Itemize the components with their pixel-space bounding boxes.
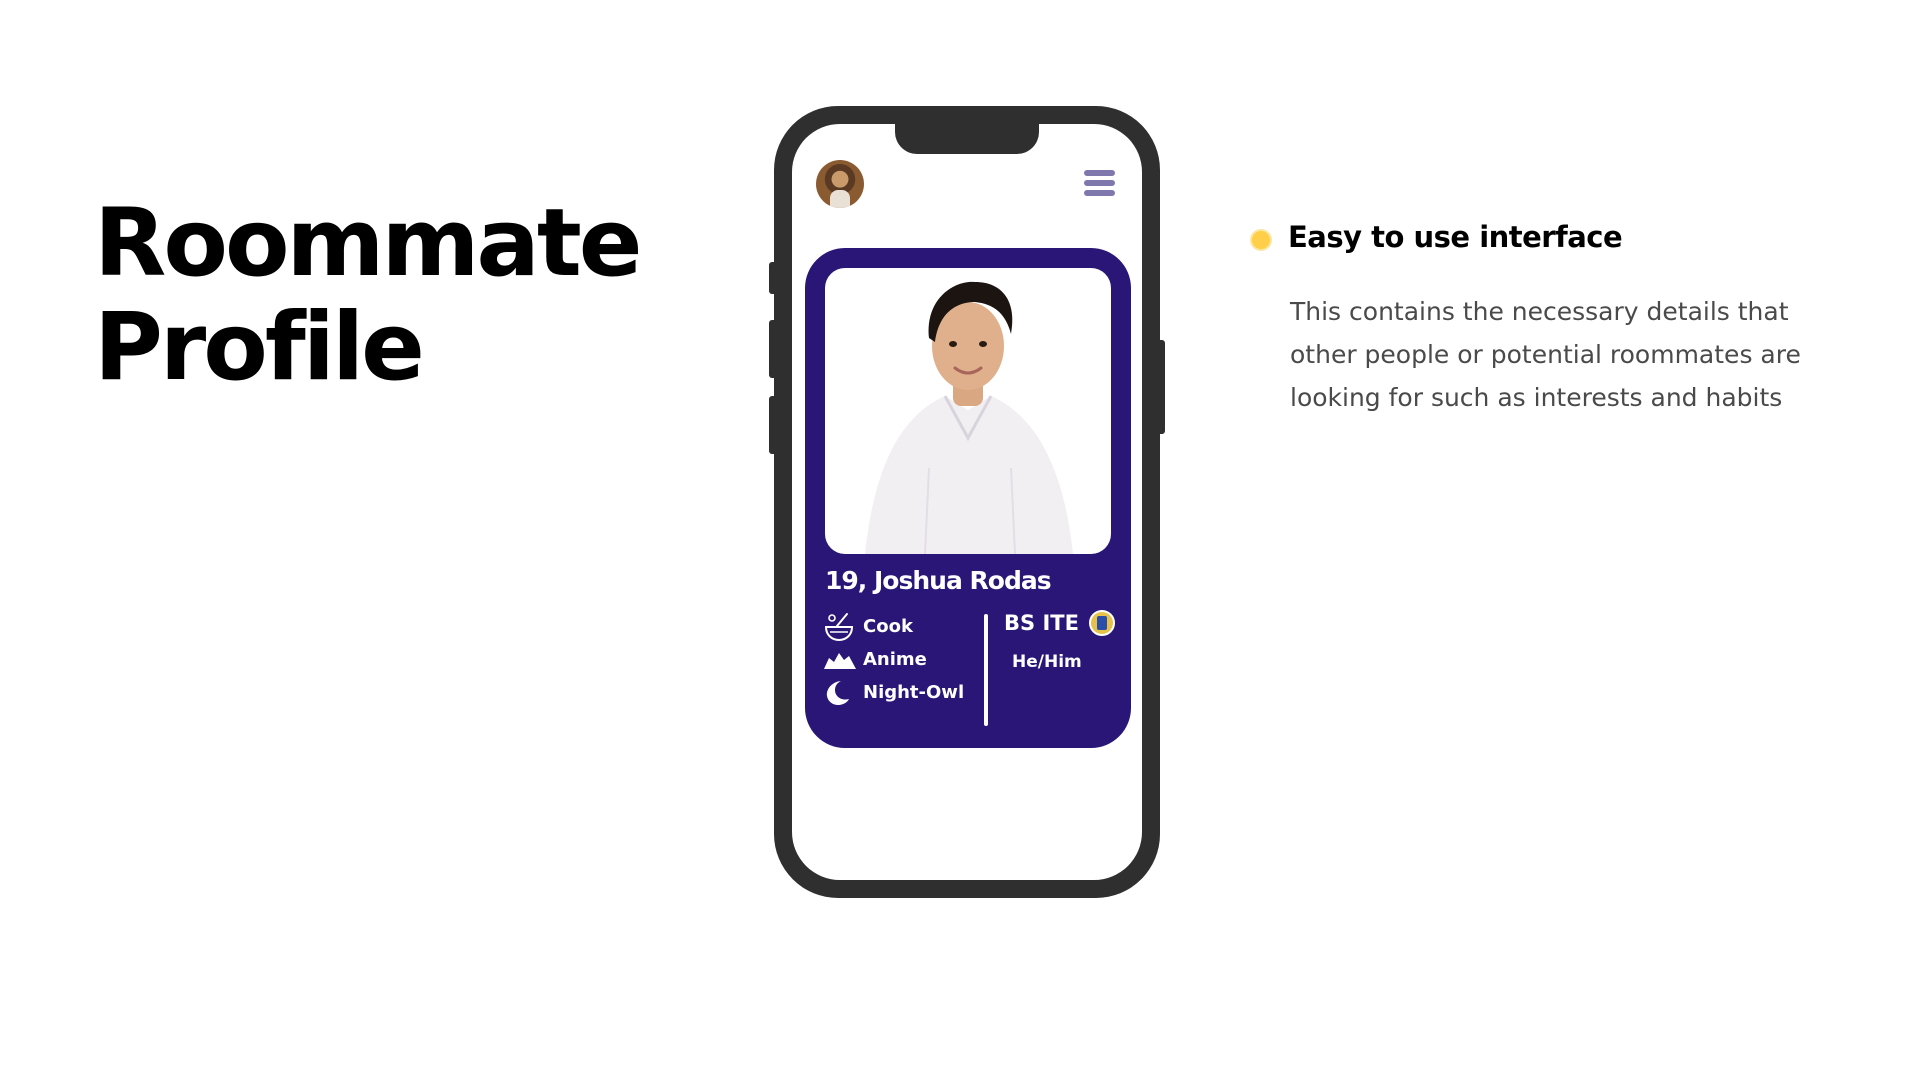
- interest-label: Anime: [863, 649, 927, 670]
- roommate-profile-card[interactable]: 19, Joshua Rodas Cook Anime Night-Owl BS…: [805, 248, 1131, 748]
- phone-screen: 19, Joshua Rodas Cook Anime Night-Owl BS…: [792, 124, 1142, 880]
- interest-label: Night-Owl: [863, 682, 965, 703]
- phone-notch: [895, 124, 1039, 154]
- degree-label: BS ITE: [1004, 611, 1079, 635]
- school-seal-icon: [1088, 610, 1115, 636]
- user-avatar[interactable]: [816, 160, 864, 208]
- interest-list: Cook Anime Night-Owl: [823, 610, 973, 709]
- cooking-bowl-icon: [823, 612, 857, 642]
- slide-title: Roommate Profile: [94, 189, 643, 402]
- feature-description: This contains the necessary details that…: [1290, 297, 1801, 412]
- interest-item-night-owl: Night-Owl: [823, 676, 973, 709]
- person-portrait-icon: [865, 281, 1073, 554]
- interest-item-anime: Anime: [823, 643, 973, 676]
- slide-title-line-1: Roommate: [94, 189, 643, 298]
- crescent-moon-icon: [823, 678, 857, 708]
- card-divider: [984, 614, 988, 726]
- profile-photo: [825, 268, 1111, 554]
- feature-heading: Easy to use interface: [1288, 220, 1623, 254]
- degree-row: BS ITE: [1004, 610, 1115, 636]
- slide-title-line-2: Profile: [94, 293, 425, 402]
- profile-name: 19, Joshua Rodas: [825, 566, 1052, 595]
- feature-bullet-icon: [1252, 231, 1270, 249]
- phone-mockup: 19, Joshua Rodas Cook Anime Night-Owl BS…: [774, 106, 1160, 898]
- interest-label: Cook: [863, 616, 913, 637]
- interest-item-cook: Cook: [823, 610, 973, 643]
- pronouns-label: He/Him: [1012, 652, 1082, 672]
- hamburger-menu-icon[interactable]: [1084, 170, 1116, 198]
- anime-icon: [823, 645, 857, 675]
